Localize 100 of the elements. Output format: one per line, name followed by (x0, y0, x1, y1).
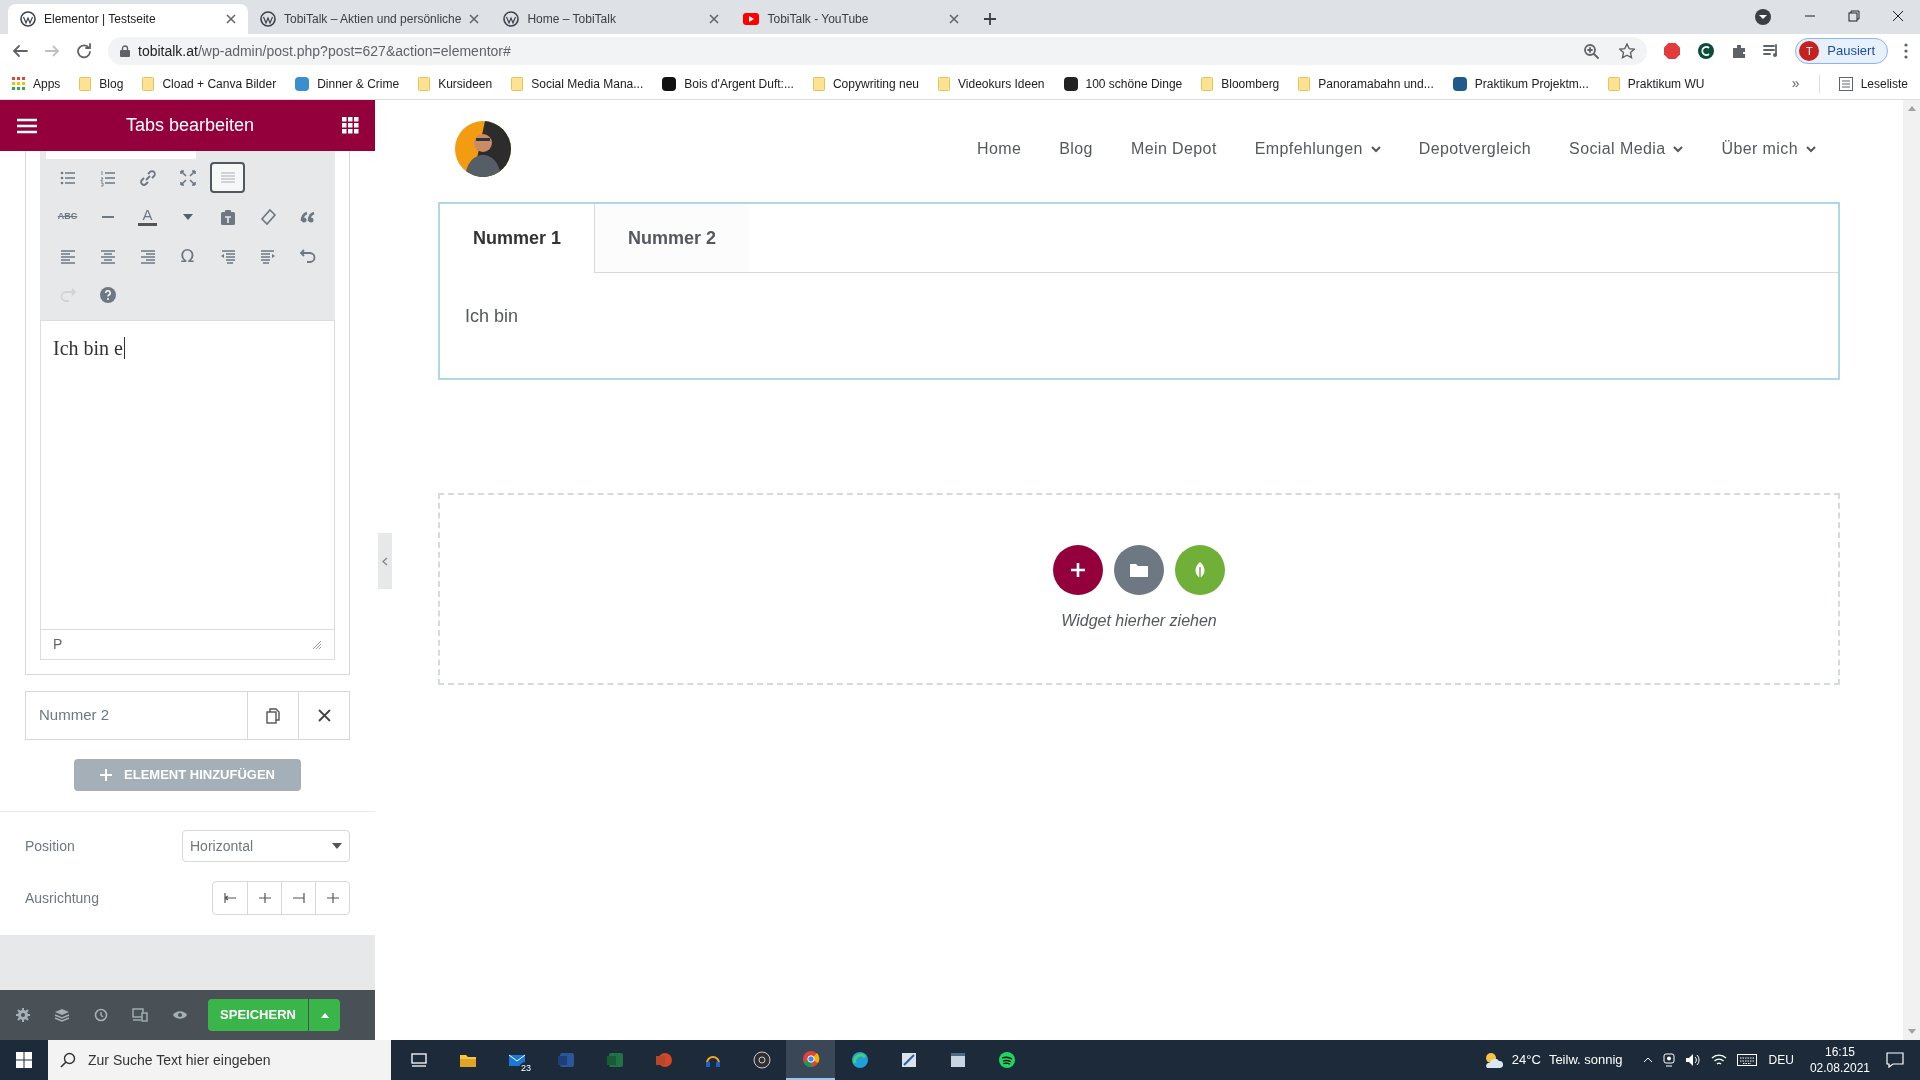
align-stretch-icon (325, 891, 340, 905)
more-icon[interactable] (1904, 43, 1908, 59)
plus-icon[interactable] (983, 12, 998, 26)
copy-icon (266, 707, 280, 724)
text-editor[interactable]: Ich bin e P (40, 320, 335, 660)
position-select[interactable]: Horizontal (182, 830, 350, 862)
stop-sign-icon[interactable] (1663, 42, 1682, 60)
bookmark[interactable]: Praktikum WU (1607, 74, 1705, 93)
align-start-icon (223, 891, 237, 905)
circle-icon (850, 1051, 869, 1069)
chevron-up-icon[interactable] (1642, 1057, 1653, 1063)
special-character-button[interactable]: Ω (170, 240, 205, 271)
text-color-button[interactable]: A (130, 201, 165, 232)
browser-tab[interactable]: Elementor | Testseite (8, 4, 248, 34)
webcam-icon[interactable] (1662, 1053, 1675, 1067)
help-icon (98, 285, 117, 304)
bookmark[interactable]: Social Media Mana... (511, 74, 644, 93)
caret-icon (320, 1012, 329, 1018)
gear-icon[interactable] (16, 1008, 30, 1022)
numbered-list-icon (98, 168, 117, 187)
wifi-icon[interactable] (1710, 1054, 1727, 1066)
grid-icon[interactable] (342, 117, 359, 134)
nav-link[interactable]: Empfehlungen (1254, 137, 1381, 161)
bookmark[interactable]: Apps (12, 74, 61, 93)
reading-list-button[interactable]: Leseliste (1838, 74, 1908, 93)
more-bookmarks-button[interactable]: » (1791, 73, 1800, 94)
fullscreen-icon (178, 168, 197, 187)
notification-icon[interactable] (1886, 1052, 1904, 1068)
browser-tab[interactable]: TobiTalk – Aktien und persönliche (248, 4, 492, 34)
alignment-label: Ausrichtung (25, 888, 99, 908)
browser-tab[interactable]: Home – TobiTalk (491, 4, 732, 34)
circle-c-icon[interactable] (1697, 42, 1716, 60)
strikethrough-button[interactable]: ABC (50, 201, 85, 232)
tab-content-text: Ich bin (465, 306, 519, 326)
url-text: tobitalk.at/wp-admin/post.php?post=627&action=elementor# (138, 41, 511, 61)
scroll-down-icon[interactable] (1907, 1029, 1916, 1034)
folder-icon (79, 76, 92, 91)
taskbar-search-field[interactable]: Zur Suche Text hier eingeben (48, 1040, 391, 1080)
nav-link[interactable]: Social Media (1569, 137, 1684, 161)
taskbar-app[interactable]: 23 (492, 1040, 541, 1080)
plus-icon (1070, 562, 1086, 578)
profile-button[interactable]: T Pausiert (1795, 38, 1888, 64)
close-icon (317, 709, 331, 722)
panel-toggle[interactable] (378, 533, 392, 589)
restore-icon[interactable] (1848, 10, 1860, 22)
repeater-item[interactable]: Nummer 2 (25, 691, 350, 740)
horizontal-rule-icon (101, 215, 114, 218)
circle-logo-icon (503, 11, 520, 27)
nav-link[interactable]: Blog (1059, 137, 1093, 161)
zoom-icon[interactable] (1583, 43, 1600, 59)
windows-icon[interactable] (16, 1052, 32, 1068)
close-icon[interactable] (226, 14, 236, 24)
tile-icon (899, 1051, 918, 1069)
layers-icon[interactable] (54, 1008, 70, 1022)
bookmark[interactable]: Praktikum Projektm... (1452, 74, 1589, 93)
add-section-button[interactable] (1053, 545, 1103, 595)
puzzle-icon[interactable] (1731, 43, 1748, 59)
caret-icon (182, 213, 193, 220)
circle-logo-icon (20, 11, 36, 27)
playlist-icon[interactable] (1763, 43, 1780, 59)
bookmark[interactable]: Blog (79, 74, 124, 93)
bookmark[interactable]: Bloomberg (1201, 74, 1280, 93)
folder-icon (1607, 76, 1620, 91)
nav-link[interactable]: Depotvergleich (1418, 137, 1532, 161)
bookmark[interactable]: Bois d'Argent Duft:... (662, 74, 794, 93)
eye-icon[interactable] (172, 1009, 188, 1021)
bookmark[interactable]: Dinner & Crime (295, 74, 400, 93)
bookmark[interactable]: Kursideen (418, 74, 493, 93)
scroll-up-icon[interactable] (1907, 106, 1916, 111)
browser-tab[interactable]: TobiTalk - YouTube (731, 4, 972, 34)
bookmark[interactable]: Copywriting neu (812, 74, 919, 93)
toolbar-button[interactable] (210, 162, 245, 193)
kit-button[interactable] (1175, 545, 1225, 595)
reload-icon[interactable] (76, 43, 92, 59)
window-icon (948, 1051, 967, 1069)
nav-link[interactable]: Über mich (1721, 137, 1816, 161)
tile-icon (605, 1051, 624, 1069)
menu-icon[interactable] (16, 117, 38, 134)
language-indicator[interactable]: DEU (1768, 1051, 1794, 1069)
speaker-icon[interactable] (1684, 1053, 1701, 1067)
back-icon[interactable] (12, 43, 28, 59)
bookmark[interactable]: Videokurs Ideen (938, 74, 1045, 93)
taskbar-app[interactable] (786, 1040, 835, 1080)
list-icon (1838, 76, 1853, 91)
devices-icon[interactable] (132, 1008, 148, 1022)
keyboard-icon[interactable] (1736, 1054, 1757, 1066)
clock[interactable]: 16:15 02.08.2021 (1809, 1044, 1870, 1076)
tab-search-icon[interactable] (1754, 8, 1772, 26)
star-icon[interactable] (1619, 43, 1636, 59)
nav-link[interactable]: Mein Depot (1130, 137, 1217, 161)
nav-link[interactable]: Home (977, 137, 1022, 161)
tile-icon (556, 1051, 575, 1069)
bookmark[interactable]: Cload + Canva Bilder (142, 74, 277, 93)
bookmark[interactable]: Panoramabahn und... (1298, 74, 1434, 93)
history-icon[interactable] (94, 1008, 108, 1022)
folder-icon (418, 76, 431, 91)
bookmark[interactable]: 100 schöne Dinge (1063, 74, 1183, 93)
close-icon[interactable] (1892, 10, 1904, 22)
address-bar[interactable]: tobitalk.at/wp-admin/post.php?post=627&action=elementor# (108, 37, 1648, 65)
add-template-button[interactable] (1114, 545, 1164, 595)
